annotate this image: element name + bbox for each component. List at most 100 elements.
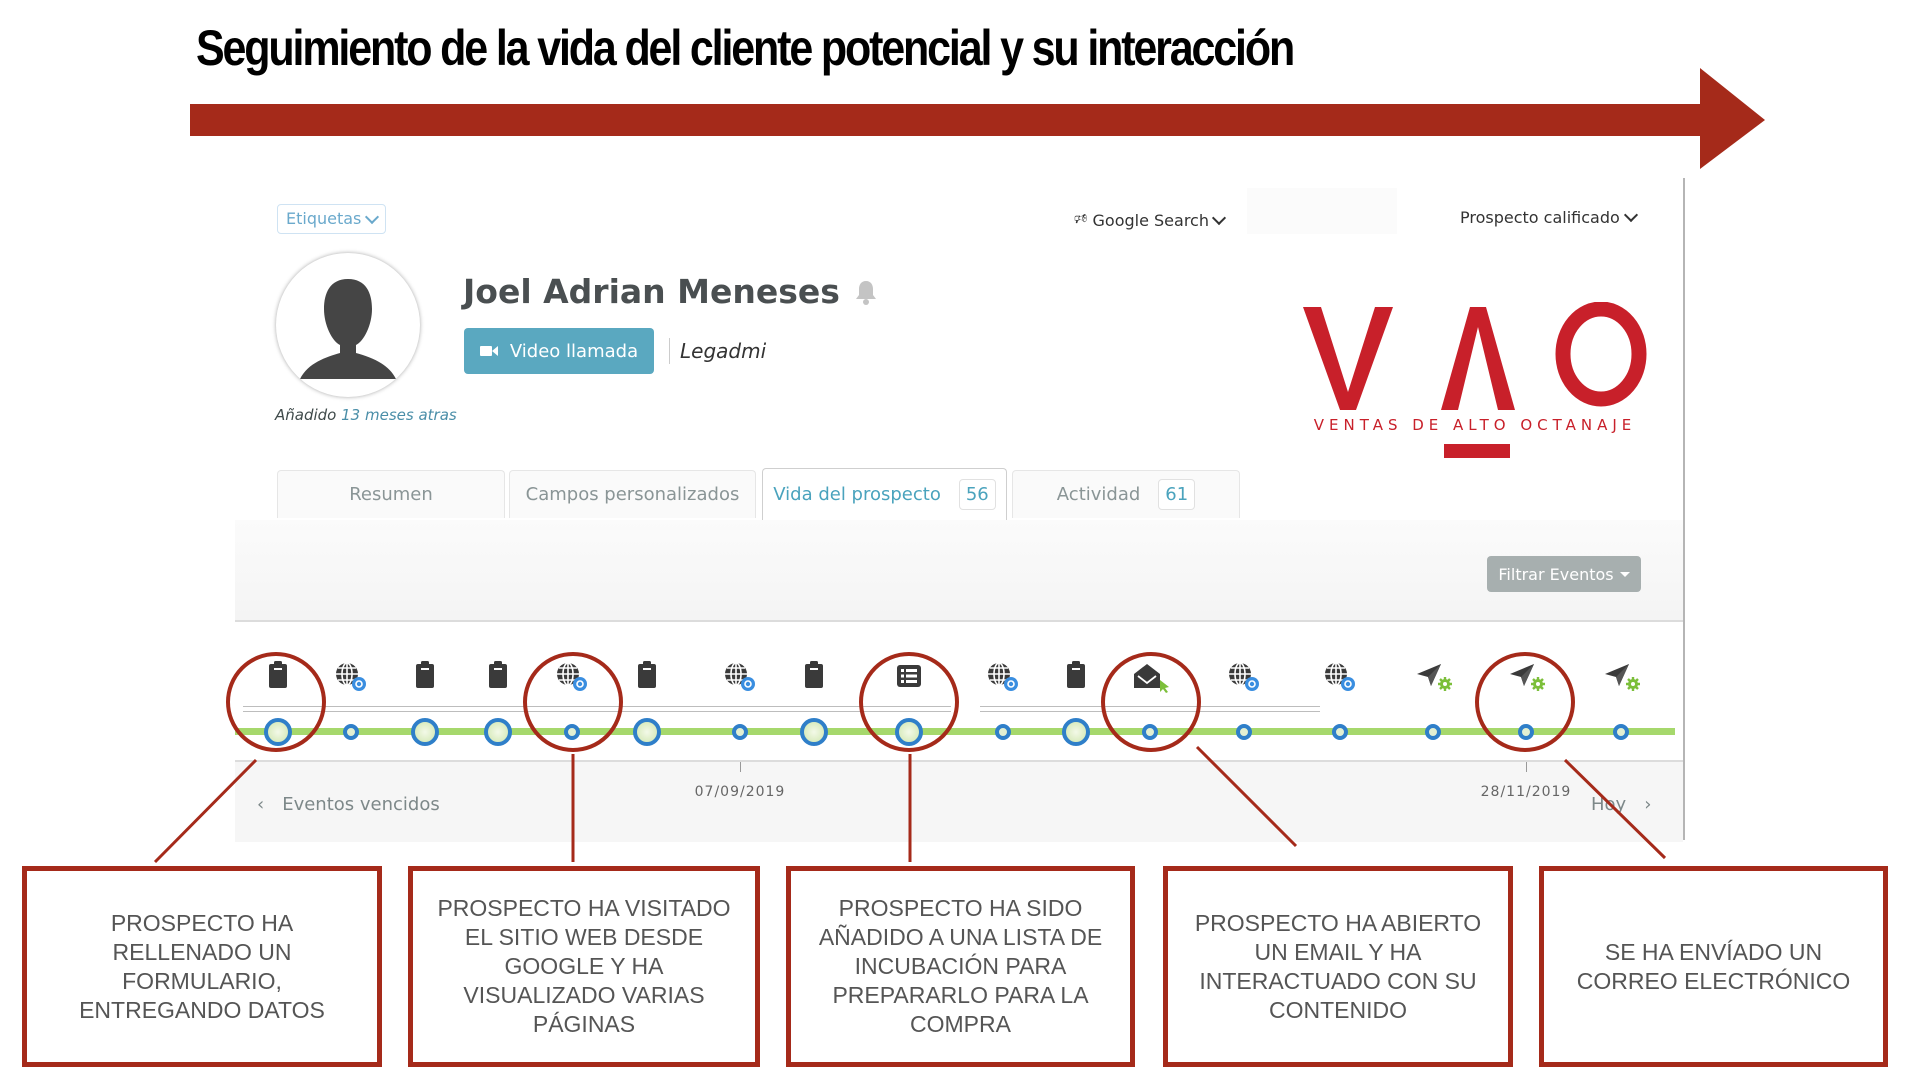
date-label: 07/09/2019 — [694, 784, 786, 800]
logo-letter-v — [1303, 307, 1393, 410]
chevron-right-icon: › — [1644, 794, 1652, 815]
chevron-down-icon — [365, 209, 380, 224]
tags-dropdown[interactable]: Etiquetas — [277, 204, 387, 234]
clipboard-icon[interactable] — [1056, 658, 1096, 694]
added-prefix: Añadido — [275, 406, 337, 424]
logo-letter-a — [1441, 307, 1515, 410]
megaphone-icon: 🕫 — [1074, 211, 1088, 227]
tab-label: Campos personalizados — [525, 484, 740, 505]
timeline-event-dot[interactable] — [895, 718, 923, 746]
paper-plane-gear-icon[interactable] — [1506, 658, 1546, 694]
filter-events-label: Filtrar Eventos — [1498, 564, 1614, 584]
bell-icon[interactable] — [854, 279, 878, 305]
clipboard-icon[interactable] — [627, 658, 667, 694]
paper-plane-gear-icon[interactable] — [1601, 658, 1641, 694]
today-link[interactable]: Hoy › — [1591, 794, 1651, 815]
logo-tagline: VENTAS DE ALTO OCTANAJE — [1314, 416, 1637, 434]
annotation-text: Prospecto ha visitado el sitio web desde… — [437, 895, 731, 1037]
event-group-line — [980, 706, 1320, 712]
past-events-link[interactable]: ‹ Eventos vencidos — [257, 794, 440, 815]
blank-field — [1247, 188, 1397, 234]
video-call-label: Video llamada — [509, 340, 639, 362]
contact-name-row: Joel Adrian Meneses — [463, 272, 878, 311]
lead-profile-panel: Etiquetas Añadido 13 meses atras Joel Ad… — [235, 178, 1685, 842]
source-dropdown[interactable]: 🕫 Google Search — [1074, 208, 1227, 232]
timeline-event-dot[interactable] — [564, 724, 580, 740]
timeline-event-dot[interactable] — [264, 718, 292, 746]
event-group-line — [243, 706, 645, 712]
timeline-event-dot[interactable] — [1062, 718, 1090, 746]
tab-label: Actividad — [1056, 484, 1141, 505]
timeline-event-dot[interactable] — [1332, 724, 1348, 740]
timeline-event-dot[interactable] — [1142, 724, 1158, 740]
clipboard-icon[interactable] — [478, 658, 518, 694]
annotation-text: Se ha envíado un correo electrónico — [1576, 938, 1851, 994]
source-label: Google Search — [1092, 210, 1209, 230]
globe-chrome-icon[interactable] — [983, 658, 1023, 694]
timeline-direction-arrow — [190, 68, 1765, 169]
video-camera-icon — [479, 346, 498, 356]
tab-resumen[interactable]: Resumen — [277, 470, 505, 518]
date-label: 28/11/2019 — [1480, 784, 1572, 800]
chevron-down-icon — [1623, 207, 1638, 223]
arrow-shaft — [190, 104, 1700, 136]
filter-events-button[interactable]: Filtrar Eventos — [1487, 556, 1641, 592]
annotation-text: Prospecto ha abierto un email y ha inter… — [1194, 909, 1482, 1023]
timeline-footer: ‹ Eventos vencidos 07/09/2019 28/11/2019… — [235, 760, 1683, 842]
caret-down-icon — [1619, 571, 1630, 577]
video-call-button[interactable]: Video llamada — [464, 328, 654, 374]
filter-toolbar: Filtrar Eventos — [235, 520, 1683, 622]
timeline-event-dot[interactable] — [995, 724, 1011, 740]
timeline-event-dot[interactable] — [800, 718, 828, 746]
stage-label: Prospecto calificado — [1460, 208, 1620, 227]
globe-chrome-icon[interactable] — [552, 658, 592, 694]
tab-campos-personalizados[interactable]: Campos personalizados — [509, 470, 756, 518]
paper-plane-gear-icon[interactable] — [1413, 658, 1453, 694]
tab-bar: Resumen Campos personalizados Vida del p… — [235, 468, 1683, 522]
annotation-text: Prospecto ha rellenado un formulario, en… — [79, 909, 325, 1023]
company-logo: VENTAS DE ALTO OCTANAJE — [1303, 302, 1647, 458]
tab-actividad[interactable]: Actividad 61 — [1012, 470, 1240, 518]
clipboard-icon[interactable] — [794, 658, 834, 694]
tab-label: Resumen — [349, 484, 433, 505]
chevron-down-icon — [1211, 210, 1227, 225]
list-icon[interactable] — [889, 658, 929, 694]
globe-chrome-icon[interactable] — [1224, 658, 1264, 694]
added-date-text: Añadido 13 meses atras — [275, 406, 457, 424]
annotation-box-list: Prospecto ha sido añadido a una lista de… — [786, 866, 1135, 1067]
timeline-event-dot[interactable] — [633, 718, 661, 746]
lead-stage-dropdown[interactable]: Prospecto calificado — [1460, 207, 1638, 227]
envelope-open-click-icon[interactable] — [1130, 658, 1170, 694]
timeline-track — [235, 728, 1675, 735]
globe-chrome-icon[interactable] — [720, 658, 760, 694]
past-events-label: Eventos vencidos — [282, 794, 440, 815]
annotation-text: Prospecto ha sido añadido a una lista de… — [818, 895, 1103, 1037]
timeline-event-dot[interactable] — [732, 724, 748, 740]
timeline-event-dot[interactable] — [343, 724, 359, 740]
added-ago: 13 meses atras — [341, 406, 457, 424]
tab-count-badge: 56 — [958, 479, 996, 510]
timeline-event-dot[interactable] — [411, 718, 439, 746]
timeline-event-dot[interactable] — [484, 718, 512, 746]
annotation-box-email-open: Prospecto ha abierto un email y ha inter… — [1163, 866, 1513, 1067]
tab-vida-del-prospecto[interactable]: Vida del prospecto 56 — [762, 468, 1007, 520]
lead-timeline — [235, 622, 1683, 760]
date-tick — [1526, 762, 1527, 772]
owner-name: Legadmi — [669, 338, 766, 364]
globe-chrome-icon[interactable] — [331, 658, 371, 694]
event-group-line — [645, 706, 951, 712]
timeline-event-dot[interactable] — [1236, 724, 1252, 740]
clipboard-icon[interactable] — [258, 658, 298, 694]
clipboard-icon[interactable] — [405, 658, 445, 694]
tags-label: Etiquetas — [286, 209, 362, 228]
timeline-event-dot[interactable] — [1613, 724, 1629, 740]
timeline-event-dot[interactable] — [1425, 724, 1441, 740]
annotation-box-form: Prospecto ha rellenado un formulario, en… — [22, 866, 382, 1067]
annotation-box-email-sent: Se ha envíado un correo electrónico — [1539, 866, 1888, 1067]
logo-bar — [1444, 444, 1510, 458]
timeline-event-dot[interactable] — [1518, 724, 1534, 740]
annotation-box-web-visit: Prospecto ha visitado el sitio web desde… — [408, 866, 760, 1067]
globe-chrome-icon[interactable] — [1320, 658, 1360, 694]
avatar — [276, 253, 420, 397]
user-silhouette-icon — [300, 279, 396, 379]
